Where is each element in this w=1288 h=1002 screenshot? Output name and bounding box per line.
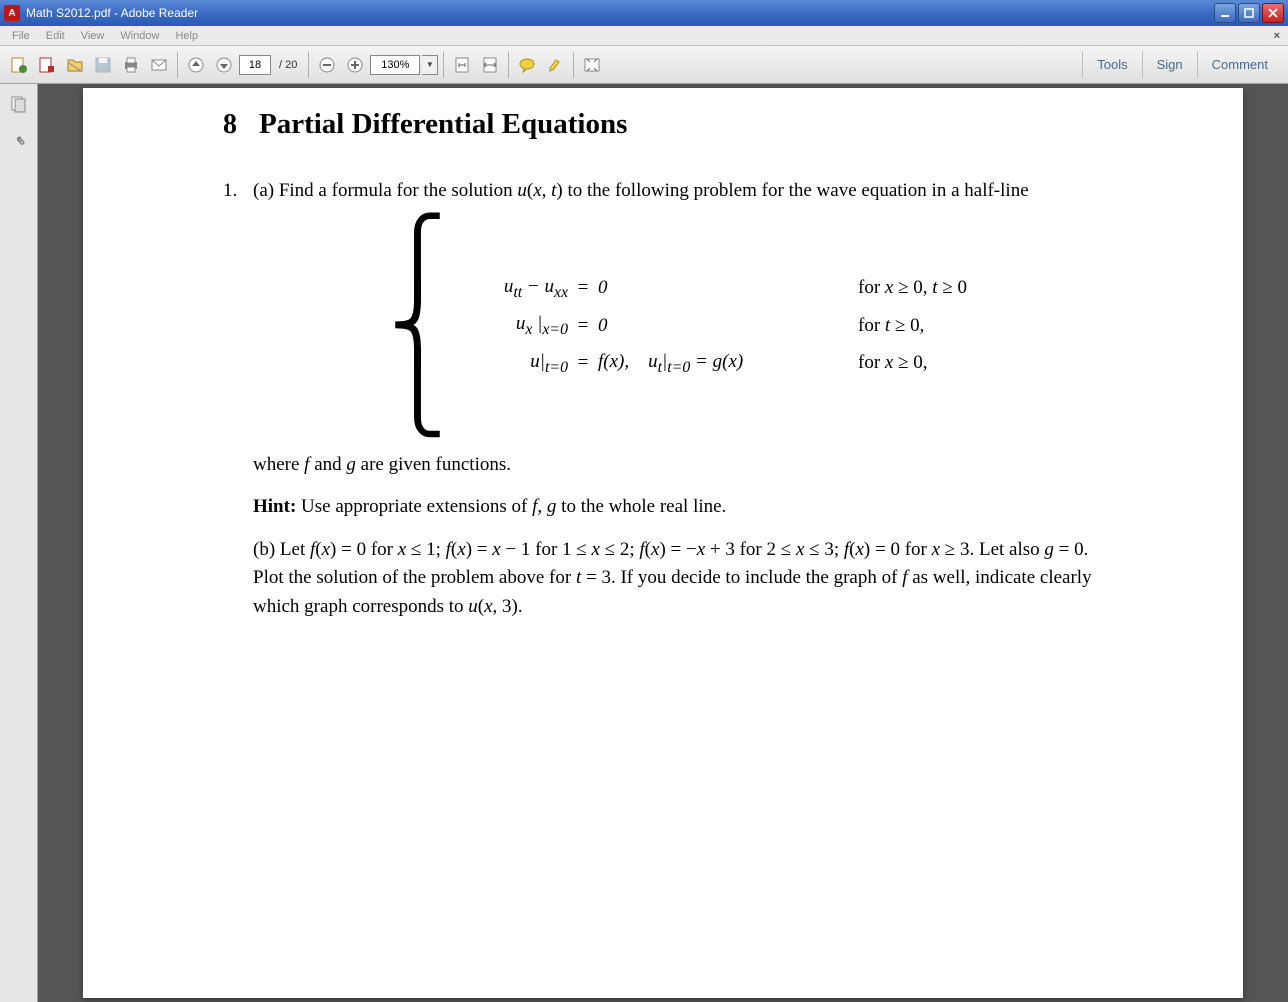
left-brace-icon: ⎧⎨⎩ (389, 224, 446, 429)
close-button[interactable] (1262, 3, 1284, 23)
separator (443, 52, 444, 78)
comment-panel-button[interactable]: Comment (1197, 51, 1282, 78)
close-document-button[interactable]: × (1270, 30, 1284, 42)
save-icon[interactable] (90, 52, 116, 78)
minimize-button[interactable] (1214, 3, 1236, 23)
window-titlebar: A Math S2012.pdf - Adobe Reader (0, 0, 1288, 26)
zoom-out-icon[interactable] (314, 52, 340, 78)
zoom-input[interactable] (370, 55, 420, 75)
section-number: 8 (223, 109, 237, 141)
create-pdf-icon[interactable] (34, 52, 60, 78)
tools-panel-button[interactable]: Tools (1082, 51, 1141, 78)
menubar: File Edit View Window Help × (0, 26, 1288, 46)
main-area: 8 Partial Differential Equations 1. (a) … (0, 84, 1288, 1002)
comment-icon[interactable] (514, 52, 540, 78)
window-title: Math S2012.pdf - Adobe Reader (26, 6, 1214, 20)
question-1a-text: (a) Find a formula for the solution u(x,… (253, 177, 1103, 206)
fit-width-icon[interactable] (477, 52, 503, 78)
separator (308, 52, 309, 78)
section-title: Partial Differential Equations (259, 108, 627, 141)
sidebar (0, 84, 38, 1002)
menu-view[interactable]: View (73, 28, 113, 44)
attachments-icon[interactable] (7, 128, 31, 152)
pdf-page: 8 Partial Differential Equations 1. (a) … (83, 88, 1243, 998)
read-mode-icon[interactable] (579, 52, 605, 78)
app-icon: A (4, 5, 20, 21)
maximize-button[interactable] (1238, 3, 1260, 23)
page-number-input[interactable] (239, 55, 271, 75)
zoom-dropdown-icon[interactable]: ▼ (422, 55, 438, 75)
thumbnails-icon[interactable] (7, 92, 31, 116)
question-1b-text: (b) Let f(x) = 0 for x ≤ 1; f(x) = x − 1… (253, 536, 1103, 622)
menu-window[interactable]: Window (112, 28, 167, 44)
print-icon[interactable] (118, 52, 144, 78)
email-icon[interactable] (146, 52, 172, 78)
highlight-icon[interactable] (542, 52, 568, 78)
separator (573, 52, 574, 78)
page-down-icon[interactable] (211, 52, 237, 78)
fit-page-icon[interactable] (449, 52, 475, 78)
page-up-icon[interactable] (183, 52, 209, 78)
equation-system: ⎧⎨⎩ utt − uxx = 0 for x ≥ 0, t ≥ 0 ux |x… (253, 224, 1103, 429)
document-viewport[interactable]: 8 Partial Differential Equations 1. (a) … (38, 84, 1288, 1002)
zoom-in-icon[interactable] (342, 52, 368, 78)
separator (508, 52, 509, 78)
export-pdf-icon[interactable] (6, 52, 32, 78)
where-text: where f and g are given functions. (253, 451, 1103, 480)
menu-edit[interactable]: Edit (38, 28, 73, 44)
page-total-label: / 20 (273, 59, 303, 71)
menu-file[interactable]: File (4, 28, 38, 44)
toolbar: / 20 ▼ Tools Sign Comment (0, 46, 1288, 84)
hint-text: Hint: Use appropriate extensions of f, g… (253, 493, 1103, 522)
open-icon[interactable] (62, 52, 88, 78)
question-number: 1. (223, 177, 243, 635)
separator (177, 52, 178, 78)
sign-panel-button[interactable]: Sign (1142, 51, 1197, 78)
menu-help[interactable]: Help (167, 28, 206, 44)
